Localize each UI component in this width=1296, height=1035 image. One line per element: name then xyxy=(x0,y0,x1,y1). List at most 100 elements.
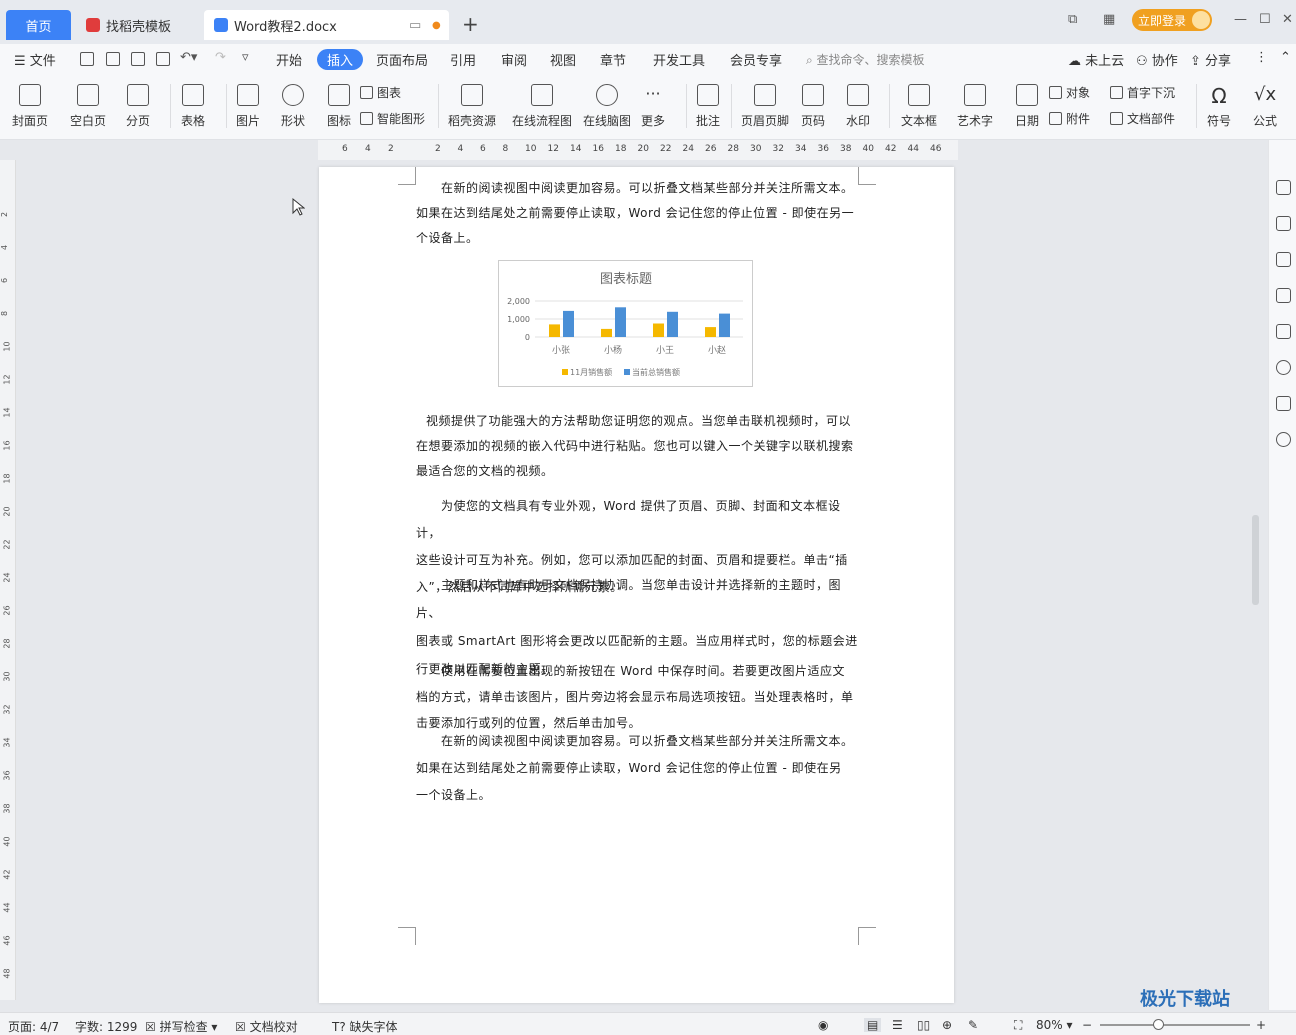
page-number-button[interactable]: 页码 xyxy=(801,82,825,129)
missing-font-label: 缺失字体 xyxy=(349,1020,398,1034)
embedded-chart[interactable]: 图表标题 2,000 1,000 0 小张 小杨 小王 小赵 11月销售额 当前总销售额 xyxy=(498,260,753,387)
watermark-button[interactable]: 水印 xyxy=(846,82,870,129)
collab-label: 协作 xyxy=(1151,54,1178,69)
docpart-button[interactable]: 文档部件 xyxy=(1110,110,1175,127)
menu-insert[interactable]: 插入 xyxy=(317,49,364,70)
cover-page-icon xyxy=(19,84,41,106)
dropcap-button[interactable]: 首字下沉 xyxy=(1110,84,1175,101)
bulb-icon[interactable] xyxy=(1276,360,1291,375)
tab-home[interactable]: 首页 xyxy=(6,10,71,40)
write-view-icon[interactable]: ✎ xyxy=(968,1018,978,1032)
menu-file[interactable]: ☰ 文件 xyxy=(14,50,56,69)
ruler-tick-label: 48 xyxy=(2,968,12,979)
more-button[interactable]: ··· 更多 xyxy=(641,82,665,129)
missing-font-button[interactable]: T? 缺失字体 xyxy=(332,1018,398,1035)
vertical-ruler[interactable]: 2 4 6 8 10 12 14 16 18 20 22 24 26 28 30 32 34 36 38 40 42 44… xyxy=(0,160,16,1000)
undo-icon[interactable]: ↶▾ xyxy=(180,50,197,65)
page-view-icon[interactable]: ▤ xyxy=(864,1018,882,1032)
ruler-tick-label: 20 xyxy=(2,506,12,517)
formula-button[interactable]: √x 公式 xyxy=(1253,82,1277,129)
tab-document[interactable]: Word教程2.docx ▭ ● xyxy=(204,10,449,40)
table-button[interactable]: 表格 xyxy=(181,82,205,129)
picture-button[interactable]: 图片 xyxy=(236,82,260,129)
ruler-tick-label: 8 xyxy=(502,144,509,154)
pen-icon[interactable] xyxy=(1276,216,1291,231)
share-button[interactable]: ⇪ 分享 xyxy=(1190,50,1231,69)
more-menu-icon[interactable]: ⋮ xyxy=(1255,50,1268,65)
icon-button[interactable]: 图标 xyxy=(327,82,351,129)
customize-icon[interactable]: ▿ xyxy=(242,50,249,65)
zoom-level[interactable]: 80% ▾ xyxy=(1036,1018,1073,1032)
command-search[interactable]: ⌕ 查找命令、搜索模板 xyxy=(806,51,925,68)
page-indicator[interactable]: 页面: 4/7 xyxy=(8,1018,59,1035)
menu-devtools[interactable]: 开发工具 xyxy=(653,50,705,69)
chart-button[interactable]: 图表 xyxy=(360,84,401,101)
menu-chapter[interactable]: 章节 xyxy=(600,50,626,69)
date-button[interactable]: 日期 xyxy=(1015,82,1039,129)
close-icon[interactable]: ✕ xyxy=(1282,12,1293,27)
layout-icon[interactable]: ⧉ xyxy=(1068,12,1077,27)
word-count[interactable]: 字数: 1299 xyxy=(75,1018,137,1035)
save-icon[interactable] xyxy=(80,52,94,66)
horizontal-ruler[interactable]: 6 4 2 2 4 6 8 10 12 14 16 18 20 22 24 26 28 30 32 34 36 38 40 4… xyxy=(318,140,958,160)
menu-layout[interactable]: 页面布局 xyxy=(376,50,428,69)
textbox-button[interactable]: 文本框 xyxy=(901,82,937,129)
object-button[interactable]: 对象 xyxy=(1049,84,1090,101)
web-view-icon[interactable]: ⊕ xyxy=(942,1018,952,1032)
menu-start[interactable]: 开始 xyxy=(276,50,302,69)
comment-button[interactable]: 批注 xyxy=(696,82,720,129)
ruler-tick-label: 10 xyxy=(525,144,537,154)
cloud-status[interactable]: ☁ 未上云 xyxy=(1068,50,1124,69)
ribbon-divider xyxy=(889,84,890,128)
print-icon[interactable] xyxy=(131,52,145,66)
blank-page-button[interactable]: 空白页 xyxy=(70,82,106,129)
print-preview-icon[interactable] xyxy=(156,52,170,66)
spell-check-toggle[interactable]: ☒ 拼写检查 ▾ xyxy=(145,1018,217,1035)
fit-icon[interactable]: ⛶ xyxy=(1014,1018,1022,1033)
new-tab-button[interactable]: + xyxy=(462,12,479,36)
bar-chart: 图表标题 2,000 1,000 0 小张 小杨 小王 小赵 11月销售额 当前总销售额 xyxy=(507,272,743,377)
paragraph-line: 为使您的文档具有专业外观，Word 提供了页眉、页脚、封面和文本框设计， xyxy=(416,499,841,540)
menu-reference[interactable]: 引用 xyxy=(450,50,476,69)
login-button[interactable]: 立即登录 xyxy=(1132,9,1212,31)
collapse-ribbon-icon[interactable]: ⌃ xyxy=(1280,50,1291,65)
proofread-button[interactable]: ☒ 文档校对 xyxy=(235,1018,298,1035)
reading-view-icon[interactable]: ▯▯ xyxy=(917,1018,930,1032)
image-tool-icon[interactable] xyxy=(1276,324,1291,339)
grid-icon[interactable]: ▦ xyxy=(1103,12,1115,27)
tab-template-label: 找稻壳模板 xyxy=(106,19,172,35)
menu-review[interactable]: 审阅 xyxy=(501,50,527,69)
screen-icon[interactable]: ▭ xyxy=(409,18,421,33)
export-pdf-icon[interactable] xyxy=(106,52,120,66)
header-footer-button[interactable]: 页眉页脚 xyxy=(741,82,789,129)
online-flowchart-button[interactable]: 在线流程图 xyxy=(512,82,572,129)
sliders-icon[interactable] xyxy=(1276,288,1291,303)
docer-resource-icon xyxy=(461,84,483,106)
online-mindmap-button[interactable]: 在线脑图 xyxy=(583,82,631,129)
menu-view[interactable]: 视图 xyxy=(550,50,576,69)
menu-member[interactable]: 会员专享 xyxy=(730,50,782,69)
scrollbar-thumb[interactable] xyxy=(1252,515,1259,605)
attachment-button[interactable]: 附件 xyxy=(1049,110,1090,127)
outline-view-icon[interactable]: ☰ xyxy=(892,1018,903,1032)
maximize-icon[interactable]: ☐ xyxy=(1259,12,1271,27)
document-page[interactable]: 在新的阅读视图中阅读更加容易。可以折叠文档某些部分并关注所需文本。 如果在达到结… xyxy=(319,167,954,1003)
zoom-out-icon[interactable]: − xyxy=(1082,1018,1092,1032)
minimize-icon[interactable]: — xyxy=(1234,12,1247,27)
wordart-button[interactable]: 艺术字 xyxy=(957,82,993,129)
rocket-icon[interactable] xyxy=(1276,180,1291,195)
shape-button[interactable]: 形状 xyxy=(281,82,305,129)
book-icon[interactable] xyxy=(1276,396,1291,411)
help-icon[interactable] xyxy=(1276,432,1291,447)
wordart-label: 艺术字 xyxy=(957,114,994,128)
eye-icon[interactable]: ◉ xyxy=(818,1018,828,1032)
collab-button[interactable]: ⚇ 协作 xyxy=(1136,50,1178,69)
cover-page-button[interactable]: 封面页 xyxy=(12,82,48,129)
tab-template[interactable]: 找稻壳模板 xyxy=(78,10,198,40)
page-break-button[interactable]: 分页 xyxy=(126,82,150,129)
symbol-button[interactable]: Ω 符号 xyxy=(1207,82,1231,129)
docer-resource-button[interactable]: 稻壳资源 xyxy=(448,82,496,129)
smartart-button[interactable]: 智能图形 xyxy=(360,110,425,127)
redo-icon[interactable]: ↷ xyxy=(215,50,226,65)
select-cursor-icon[interactable] xyxy=(1276,252,1291,267)
